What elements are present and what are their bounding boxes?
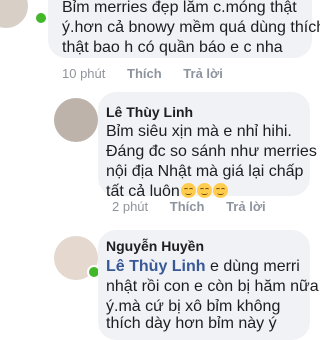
like-link[interactable]: Thích: [127, 66, 162, 81]
comment-text-line: thích dày hơn bỉm này ý: [106, 315, 277, 332]
reply-link[interactable]: Trả lời: [226, 199, 266, 214]
comment-author[interactable]: Lê Thùy Linh: [106, 104, 193, 120]
like-link[interactable]: Thích: [170, 199, 205, 214]
mention-link[interactable]: Lê Thùy Linh: [106, 258, 206, 275]
avatar[interactable]: [0, 0, 28, 28]
avatar[interactable]: [54, 98, 98, 142]
comment-text-line: ý.hơn cả bnowy mềm quá dùng thích: [62, 19, 320, 36]
comment-text-line: Đáng đc so sánh như merries: [106, 143, 317, 160]
comment-timestamp: 10 phút: [62, 66, 106, 81]
comment-text-line: Bỉm merries đẹp lắm c.móng thật: [62, 0, 297, 16]
comment-text-line: e dùng merri: [205, 258, 300, 275]
comment-text-line: Bỉm siêu xịn mà e nhỉ hihi.: [106, 123, 292, 140]
comment-meta: 10 phút Thích Trả lời: [62, 66, 223, 81]
comment-text-line-with-mention: Lê Thùy Linh e dùng merri: [106, 257, 300, 277]
comment-text-line: thật bao h có quần báo e c nha: [62, 39, 283, 56]
comment-text-line: nội địa Nhật mà giá lại chấp: [106, 163, 304, 180]
smile-emoji: [212, 183, 228, 198]
comment-text-line: tất cả luôn: [106, 183, 180, 200]
reply-link[interactable]: Trả lời: [183, 66, 223, 81]
comment-author[interactable]: Nguyễn Huyền: [106, 238, 204, 254]
online-status-dot: [34, 11, 48, 25]
comment-timestamp: 2 phút: [112, 199, 149, 214]
comment-text-line: nhật rồi con e còn bị hăm nữa: [106, 278, 319, 295]
smile-emoji: [180, 183, 196, 198]
comment-meta: 2 phút Thích Trả lời: [112, 199, 266, 214]
smile-emoji: [196, 183, 212, 198]
